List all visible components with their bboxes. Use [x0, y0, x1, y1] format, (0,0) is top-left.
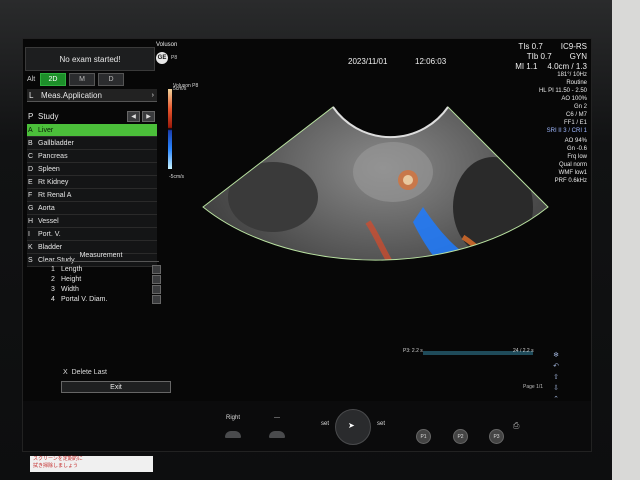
study-item-rt-renal-a[interactable]: F Rt Renal A — [27, 189, 157, 202]
softkey-right-button[interactable] — [225, 431, 241, 438]
ultrasound-image — [202, 106, 549, 261]
ultrasound-screen: No exam started! Alt 2D M D L Meas.Appli… — [22, 38, 592, 452]
mi-value: MI 1.1 — [515, 62, 538, 71]
study-item-gallbladder[interactable]: B Gallbladder — [27, 137, 157, 150]
ge-logo-icon: GE — [156, 52, 168, 64]
study-label: Study — [38, 111, 59, 121]
study-item-port-v[interactable]: I Port. V. — [27, 228, 157, 241]
measurement-portal-v-diam[interactable]: 4 Portal V. Diam. — [51, 294, 161, 304]
study-list: A Liver B Gallbladder C Pancreas D Spleen ER… — [27, 124, 157, 267]
background-wall — [612, 0, 640, 480]
snowflake-icon[interactable]: ❄ — [551, 351, 561, 359]
page-indicator: Page 1/1 — [523, 384, 544, 390]
study-item-vessel[interactable]: H Vessel — [27, 215, 157, 228]
cine-right-label: 24 / 2.2 s — [513, 348, 534, 354]
page-prev-icon[interactable]: ◀ — [127, 110, 140, 122]
softkey-2-button[interactable] — [269, 431, 285, 438]
safety-indices: TIs 0.7 IC9-RS TIb 0.7 GYN MI 1.1 4.0cm / 1… — [515, 42, 587, 72]
tab-d[interactable]: D — [98, 72, 124, 86]
measurement-width[interactable]: 3 Width — [51, 284, 161, 294]
chevron-right-icon: › — [151, 91, 154, 99]
measurement-header: Measurement — [43, 252, 159, 262]
meas-app-label: Meas.Application — [41, 90, 102, 100]
tab-2d[interactable]: 2D — [40, 72, 66, 86]
exam-status: No exam started! — [25, 47, 155, 71]
delete-label: Delete Last — [71, 369, 107, 376]
p1-button[interactable]: P1 — [416, 429, 431, 444]
cursor-icon: ➤ — [348, 421, 355, 430]
tib-value: TIb 0.7 — [526, 52, 552, 61]
exit-button[interactable]: Exit — [61, 381, 171, 393]
measurement-length[interactable]: 1 Length — [51, 264, 161, 274]
tis-value: TIs 0.7 — [518, 42, 543, 51]
study-item-aorta[interactable]: G Aorta — [27, 202, 157, 215]
brand-sub: P8 — [171, 55, 178, 61]
delete-key: X — [63, 369, 68, 376]
exam-date: 2023/11/01 — [348, 57, 388, 66]
probe-name: IC9-RS — [560, 42, 587, 51]
measurement-height[interactable]: 2 Height — [51, 274, 161, 284]
measurement-list: 1 Length 2 Height 3 Width 4 Portal V. Diam. — [51, 264, 161, 304]
application-name: GYN — [569, 52, 587, 61]
meas-app-key: L — [29, 90, 34, 100]
warning-sticker: スクリーンを定期的に 拭き掃除しましょう — [30, 456, 153, 472]
page-next-icon[interactable]: ▶ — [142, 110, 155, 122]
study-item-liver[interactable]: A Liver — [27, 124, 157, 137]
study-item-rt-kidney[interactable]: E Rt Kidney — [27, 176, 157, 189]
arrow-up-icon[interactable]: ⇧ — [551, 373, 561, 381]
frame-rate: 181°/ 10Hz — [557, 72, 587, 78]
tab-m[interactable]: M — [69, 72, 95, 86]
p3-button[interactable]: P3 — [489, 429, 504, 444]
study-item-pancreas[interactable]: C Pancreas — [27, 150, 157, 163]
exam-time: 12:06:03 — [415, 57, 447, 66]
study-header: P Study ◀ ▶ — [27, 110, 157, 122]
mode-tabs: Alt 2D M D — [27, 72, 157, 86]
bottom-control-panel: Right --- set ➤ set P1 P2 P3 ⎙ — [23, 401, 591, 451]
alt-label: Alt — [27, 75, 36, 83]
delete-last-button[interactable]: X Delete Last — [63, 369, 163, 378]
brand-name: Voluson — [156, 42, 178, 48]
p2-button[interactable]: P2 — [453, 429, 468, 444]
study-key: P — [28, 111, 34, 121]
cine-left-label: P3: 2.2 s — [403, 348, 423, 354]
softkey-2-label: --- — [274, 415, 280, 421]
undo-icon[interactable]: ↶ — [551, 362, 561, 370]
meas-application-select[interactable]: L Meas.Application › — [27, 89, 157, 102]
routine: Routine — [566, 80, 587, 86]
printer-icon[interactable]: ⎙ — [513, 421, 519, 431]
set-left-label: set — [321, 421, 330, 427]
arrow-down-icon[interactable]: ⇩ — [551, 384, 561, 392]
study-item-spleen[interactable]: D Spleen — [27, 163, 157, 176]
set-right-label: set — [377, 421, 386, 427]
softkey-right-label: Right — [225, 415, 240, 421]
